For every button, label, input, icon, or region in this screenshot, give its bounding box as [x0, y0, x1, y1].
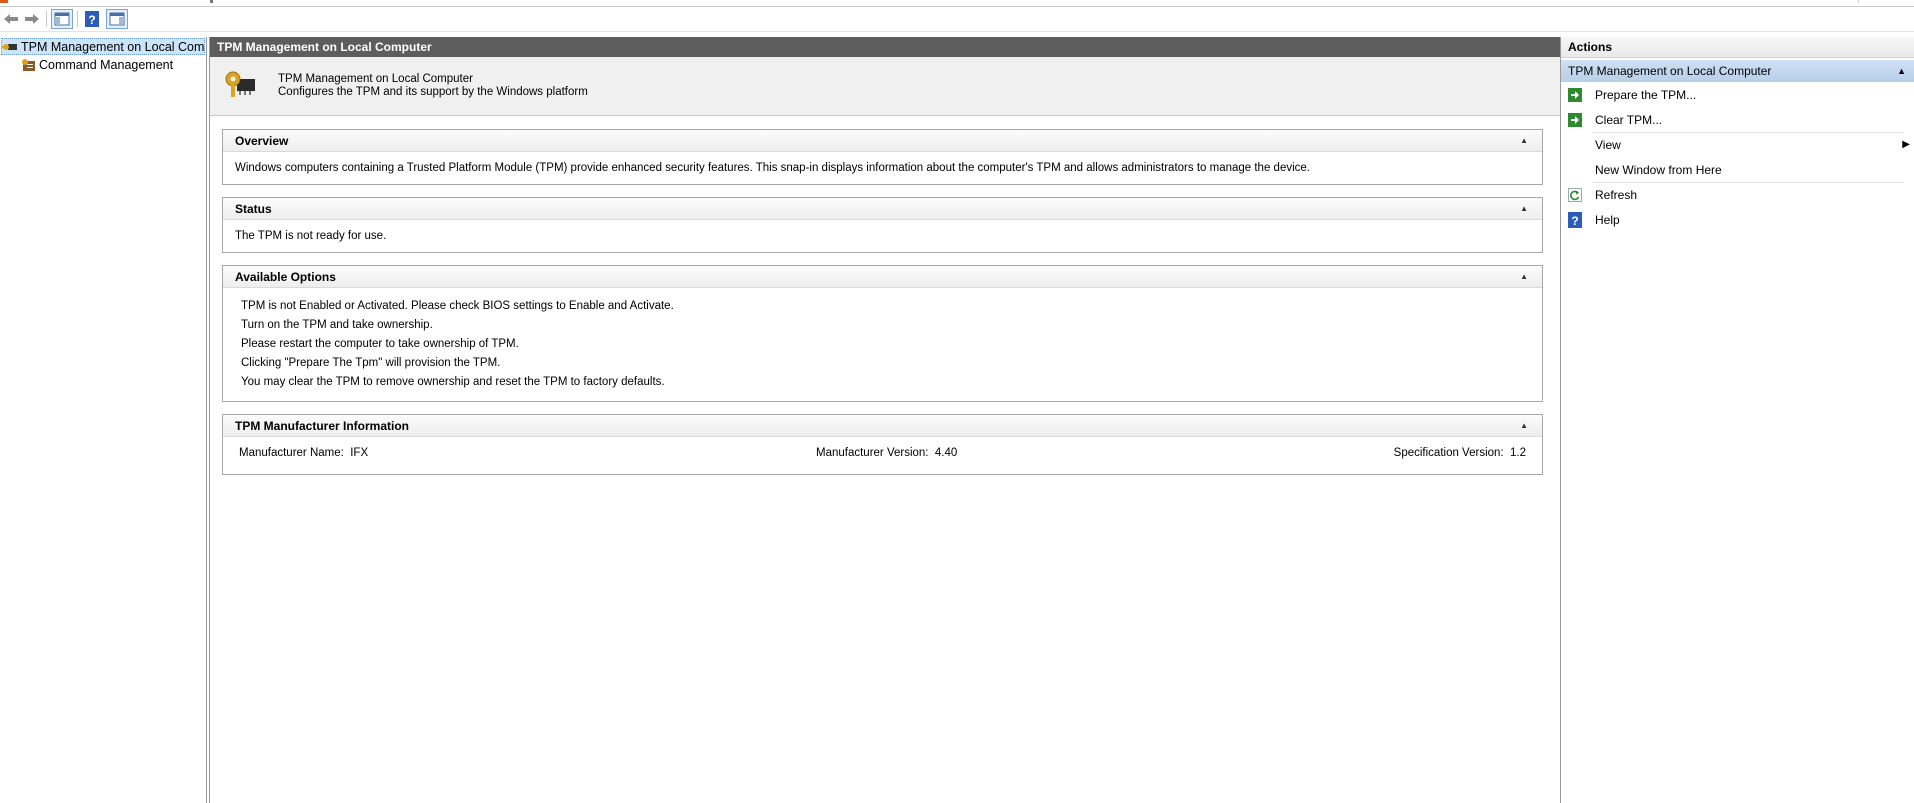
specification-version-value: 1.2 [1510, 447, 1526, 459]
tree-item-label: TPM Management on Local Computer [21, 39, 205, 54]
action-label: Prepare the TPM... [1595, 87, 1697, 102]
overview-text: Windows computers containing a Trusted P… [235, 161, 1310, 174]
result-pane: TPM Management on Local Computer TPM Man… [209, 37, 1561, 803]
refresh-icon [1567, 187, 1583, 203]
action-label: Refresh [1595, 187, 1638, 202]
back-arrow-icon [4, 14, 18, 24]
section-heading-label: TPM Manufacturer Information [235, 418, 410, 433]
manufacturer-name-label: Manufacturer Name: [239, 447, 344, 459]
collapse-caret-icon[interactable]: ▲ [1520, 204, 1528, 213]
actions-title: Actions [1561, 37, 1914, 58]
snapin-header-title: TPM Management on Local Computer [278, 73, 473, 85]
manufacturer-section: TPM Manufacturer Information ▲ Manufactu… [222, 414, 1543, 475]
actions-group-header[interactable]: TPM Management on Local Computer ▲ [1561, 60, 1914, 82]
show-hide-action-pane-button[interactable] [106, 9, 128, 29]
action-view[interactable]: View ▶ [1561, 132, 1914, 157]
tpm-chip-key-icon [2, 43, 17, 50]
green-arrow-icon [1567, 87, 1583, 103]
specification-version-label: Specification Version: [1393, 447, 1504, 459]
option-line: Clicking "Prepare The Tpm" will provisio… [241, 356, 501, 369]
snapin-header: TPM Management on Local Computer Configu… [210, 57, 1560, 116]
app-icon [0, 0, 8, 3]
back-button[interactable] [0, 9, 22, 29]
specification-version: Specification Version: 1.2 [1394, 447, 1526, 459]
action-label: Clear TPM... [1595, 112, 1663, 127]
action-new-window[interactable]: New Window from Here [1561, 157, 1914, 182]
separator [1593, 132, 1904, 133]
manufacturer-heading[interactable]: TPM Manufacturer Information ▲ [223, 415, 1542, 437]
svg-text:?: ? [88, 13, 95, 27]
action-refresh[interactable]: Refresh [1561, 182, 1914, 207]
tree-item-label: Command Management [39, 57, 174, 72]
blank-icon [1567, 137, 1583, 153]
window-controls[interactable] [1858, 0, 1914, 3]
option-line: Turn on the TPM and take ownership. [241, 318, 433, 331]
section-heading-label: Status [235, 201, 272, 216]
toolbar-separator [46, 11, 47, 27]
option-line: TPM is not Enabled or Activated. Please … [241, 299, 674, 312]
collapse-caret-icon[interactable]: ▲ [1520, 136, 1528, 145]
console-tree: TPM Management on Local Computer Command… [0, 37, 207, 803]
overview-heading[interactable]: Overview ▲ [223, 130, 1542, 152]
available-options-heading[interactable]: Available Options ▲ [223, 266, 1542, 288]
action-pane-icon [109, 12, 125, 26]
tree-item-command-management[interactable]: Command Management [20, 56, 173, 73]
action-label: View [1595, 137, 1621, 152]
action-label: Help [1595, 212, 1620, 227]
help-icon: ? [1567, 211, 1583, 228]
result-pane-title: TPM Management on Local Computer [210, 37, 1560, 57]
available-options-section: Available Options ▲ TPM is not Enabled o… [222, 265, 1543, 402]
status-heading[interactable]: Status ▲ [223, 198, 1542, 220]
manufacturer-name-value: IFX [350, 447, 369, 459]
action-help[interactable]: ? Help [1561, 207, 1914, 232]
status-text: The TPM is not ready for use. [235, 229, 387, 242]
tpm-chip-key-icon [225, 71, 255, 97]
actions-group-label: TPM Management on Local Computer [1568, 64, 1772, 78]
section-heading-label: Available Options [235, 269, 336, 284]
section-heading-label: Overview [235, 133, 289, 148]
help-icon: ? [85, 11, 99, 27]
overview-section: Overview ▲ Windows computers containing … [222, 129, 1543, 185]
status-section: Status ▲ The TPM is not ready for use. [222, 197, 1543, 253]
window-top-strip [0, 0, 1914, 7]
console-tree-icon [54, 12, 70, 26]
action-label: New Window from Here [1595, 162, 1722, 177]
actions-pane: Actions TPM Management on Local Computer… [1561, 37, 1914, 803]
show-hide-console-tree-button[interactable] [51, 9, 73, 29]
manufacturer-name: Manufacturer Name: IFX [239, 447, 368, 459]
submenu-arrow-icon: ▶ [1902, 139, 1910, 150]
separator [1593, 182, 1904, 183]
action-clear-tpm[interactable]: Clear TPM... [1561, 107, 1914, 132]
green-arrow-icon [1567, 112, 1583, 128]
action-prepare-tpm[interactable]: Prepare the TPM... [1561, 82, 1914, 107]
command-management-icon [22, 58, 35, 71]
tree-item-tpm-management[interactable]: TPM Management on Local Computer [1, 38, 205, 55]
manufacturer-version-label: Manufacturer Version: [816, 447, 929, 459]
toolbar-separator [77, 11, 78, 27]
collapse-caret-icon[interactable]: ▲ [1520, 421, 1528, 430]
help-button[interactable]: ? [81, 9, 103, 29]
blank-icon [1567, 162, 1583, 178]
snapin-header-subtitle: Configures the TPM and its support by th… [278, 86, 588, 98]
collapse-caret-icon[interactable]: ▲ [1897, 66, 1906, 76]
option-line: You may clear the TPM to remove ownershi… [241, 375, 665, 388]
toolbar: ? [0, 7, 1914, 32]
title-fragment [210, 0, 213, 3]
manufacturer-version-value: 4.40 [934, 447, 958, 459]
svg-text:?: ? [1571, 214, 1578, 228]
manufacturer-version: Manufacturer Version: 4.40 [816, 447, 957, 459]
option-line: Please restart the computer to take owne… [241, 337, 519, 350]
forward-button[interactable] [21, 9, 43, 29]
collapse-caret-icon[interactable]: ▲ [1520, 272, 1528, 281]
forward-arrow-icon [25, 14, 39, 24]
